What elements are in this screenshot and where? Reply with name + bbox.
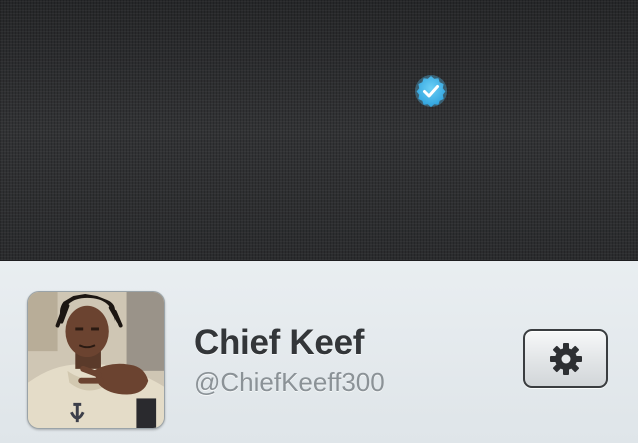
profile-info-area: Chief Keef @ChiefKeeff300: [0, 261, 638, 443]
profile-photo: [28, 292, 164, 428]
profile-screen-name: @ChiefKeeff300: [194, 367, 385, 397]
profile-display-name: Chief Keef: [194, 323, 365, 362]
avatar[interactable]: [27, 291, 165, 429]
gear-icon: [549, 342, 582, 375]
verified-badge-icon: [415, 75, 447, 107]
profile-header-banner: [0, 0, 638, 261]
settings-button[interactable]: [523, 329, 608, 388]
